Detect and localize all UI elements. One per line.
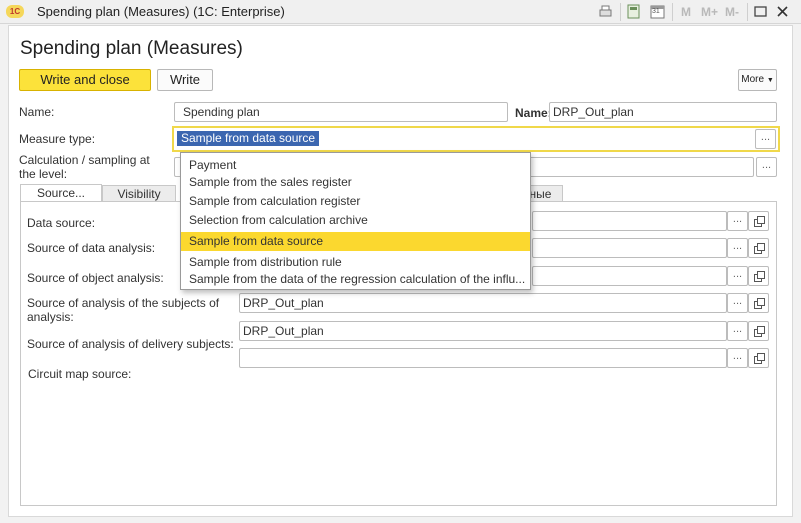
- calc-level-label: Calculation / sampling at the level:: [19, 153, 150, 181]
- analysis-source-choose-button[interactable]: ...: [727, 238, 748, 258]
- circuit-map-choose-button[interactable]: ...: [727, 348, 748, 368]
- subjects-source-choose-button[interactable]: ...: [727, 293, 748, 313]
- toolbar-separator: [747, 3, 748, 21]
- dropdown-item-sales-register[interactable]: Sample from the sales register: [181, 173, 530, 192]
- delivery-source-choose-button[interactable]: ...: [727, 321, 748, 341]
- name-label: Name:: [19, 105, 55, 119]
- open-icon[interactable]: [748, 238, 769, 258]
- open-icon[interactable]: [748, 321, 769, 341]
- toolbar-separator: [672, 3, 673, 21]
- print-icon[interactable]: [598, 4, 613, 19]
- name2-input[interactable]: DRP_Out_plan: [549, 102, 777, 122]
- toolbar-separator: [620, 3, 621, 21]
- delivery-source-input[interactable]: DRP_Out_plan: [239, 321, 727, 341]
- circuit-map-label: Circuit map source:: [28, 367, 132, 381]
- dropdown-item-regression[interactable]: Sample from the data of the regression c…: [181, 270, 530, 289]
- window-title: Spending plan (Measures) (1C: Enterprise…: [37, 4, 285, 19]
- open-icon[interactable]: [748, 211, 769, 231]
- more-button[interactable]: More ▼: [738, 69, 777, 91]
- dropdown-item-data-source[interactable]: Sample from data source: [181, 232, 530, 251]
- close-icon[interactable]: [775, 4, 790, 19]
- dropdown-item-calculation-register[interactable]: Sample from calculation register: [181, 192, 530, 211]
- write-button[interactable]: Write: [157, 69, 213, 91]
- analysis-source-input[interactable]: [532, 238, 727, 258]
- subjects-source-label: Source of analysis of the subjects of an…: [27, 296, 220, 324]
- measure-type-choose-button[interactable]: ...: [755, 129, 776, 149]
- measure-type-label: Measure type:: [19, 132, 96, 146]
- memory-m-icon[interactable]: M: [681, 5, 691, 19]
- write-and-close-button[interactable]: Write and close: [19, 69, 151, 91]
- data-source-label: Data source:: [27, 216, 96, 230]
- measure-type-value: Sample from data source: [177, 131, 320, 146]
- calc-level-choose-button[interactable]: ...: [756, 157, 777, 177]
- analysis-source-label: Source of data analysis:: [27, 241, 156, 255]
- maximize-icon[interactable]: [753, 4, 768, 19]
- calculator-icon[interactable]: [626, 4, 641, 19]
- open-icon[interactable]: [748, 348, 769, 368]
- object-source-input[interactable]: [532, 266, 727, 286]
- delivery-source-label: Source of analysis of delivery subjects:: [27, 337, 234, 351]
- memory-minus-icon[interactable]: M-: [725, 5, 739, 19]
- app-logo-icon: 1C: [6, 5, 24, 18]
- more-label: More: [741, 74, 765, 85]
- form-title: Spending plan (Measures): [20, 38, 243, 59]
- data-source-choose-button[interactable]: ...: [727, 211, 748, 231]
- name-input[interactable]: Spending plan: [174, 102, 508, 122]
- measure-type-dropdown: Payment Sample from the sales register S…: [180, 152, 531, 290]
- circuit-map-input[interactable]: [239, 348, 727, 368]
- dropdown-item-calculation-archive[interactable]: Selection from calculation archive: [181, 211, 530, 230]
- open-icon[interactable]: [748, 293, 769, 313]
- memory-plus-icon[interactable]: M+: [701, 5, 718, 19]
- chevron-down-icon: ▼: [766, 77, 774, 84]
- calendar-day: 31: [652, 8, 660, 15]
- data-source-input[interactable]: [532, 211, 727, 231]
- object-source-choose-button[interactable]: ...: [727, 266, 748, 286]
- name2-label: Name:: [515, 106, 552, 120]
- object-source-label: Source of object analysis:: [27, 271, 164, 285]
- open-icon[interactable]: [748, 266, 769, 286]
- subjects-source-input[interactable]: DRP_Out_plan: [239, 293, 727, 313]
